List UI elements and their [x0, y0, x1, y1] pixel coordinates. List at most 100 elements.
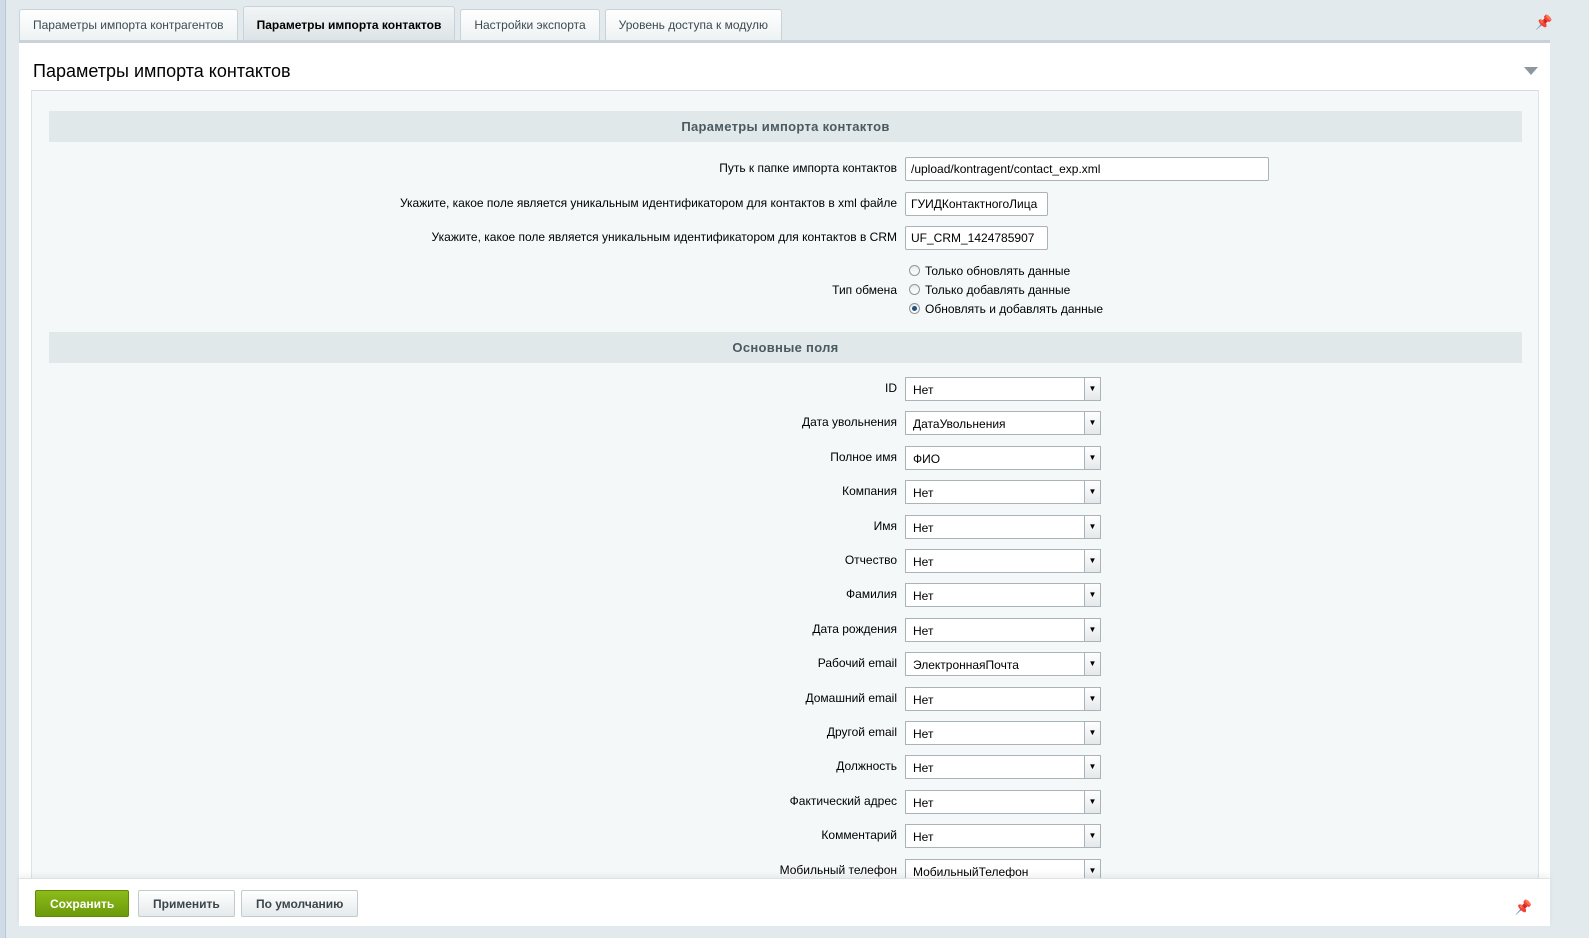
field-label: Дата рождения — [812, 621, 897, 636]
field-row: Отчество Нет ▼ — [32, 549, 1532, 573]
chevron-down-icon[interactable]: ▼ — [1084, 756, 1100, 779]
field-row: Домашний email Нет ▼ — [32, 686, 1532, 711]
field-select-value: Нет — [913, 623, 934, 638]
field-select-value: ФИО — [913, 451, 941, 466]
tab-module-access[interactable]: Уровень доступа к модулю — [604, 9, 783, 40]
field-label: Рабочий email — [817, 656, 897, 671]
pin-icon[interactable]: 📌 — [1535, 14, 1552, 31]
path-input[interactable] — [905, 157, 1269, 181]
field-label: Фактический адрес — [789, 793, 897, 808]
field-label: ID — [885, 381, 897, 395]
chevron-down-icon[interactable]: ▼ — [1084, 584, 1100, 607]
field-select-value: ЭлектроннаяПочта — [913, 658, 1019, 673]
field-select-value: Нет — [913, 692, 934, 707]
crm-id-input[interactable] — [905, 226, 1048, 250]
field-row: Рабочий email ЭлектроннаяПочта ▼ — [32, 652, 1532, 677]
chevron-down-icon[interactable]: ▼ — [1084, 481, 1100, 504]
crm-id-label: Укажите, какое поле является уникальным … — [431, 230, 897, 244]
pin-icon[interactable]: 📌 — [1515, 899, 1532, 916]
chevron-down-icon[interactable]: ▼ — [1084, 653, 1100, 676]
chevron-down-icon[interactable]: ▼ — [1084, 687, 1100, 710]
xml-id-row: Укажите, какое поле является уникальным … — [32, 192, 1532, 216]
collapse-arrow-icon[interactable] — [1524, 67, 1538, 75]
field-select-value: МобильныйТелефон — [913, 864, 1029, 879]
chevron-down-icon[interactable]: ▼ — [1084, 825, 1100, 848]
field-label: Дата увольнения — [802, 415, 897, 430]
default-button[interactable]: По умолчанию — [241, 890, 359, 917]
radio-add-only[interactable]: Только добавлять данные — [905, 280, 1103, 299]
radio-update-only[interactable]: Только обновлять данные — [905, 261, 1103, 280]
section-header-import: Параметры импорта контактов — [49, 111, 1522, 142]
field-select[interactable]: Нет ▼ — [905, 514, 1101, 539]
exchange-type-row: Тип обмена Только обновлять данные Тольк… — [32, 261, 1532, 319]
field-row: ID Нет ▼ — [32, 377, 1532, 401]
field-row: Имя Нет ▼ — [32, 514, 1532, 539]
field-label: Мобильный телефон — [779, 862, 897, 877]
field-label: Другой email — [826, 725, 897, 739]
field-select[interactable]: Нет ▼ — [905, 549, 1101, 573]
radio-icon[interactable] — [909, 265, 920, 276]
section-header-main-fields: Основные поля — [49, 332, 1522, 363]
field-row: Фамилия Нет ▼ — [32, 583, 1532, 608]
tab-contact-import[interactable]: Параметры импорта контактов — [242, 6, 456, 40]
path-row: Путь к папке импорта контактов — [32, 157, 1532, 181]
radio-icon[interactable] — [909, 284, 920, 295]
field-select-value: Нет — [913, 830, 934, 845]
field-select[interactable]: Нет ▼ — [905, 789, 1101, 814]
field-label: Фамилия — [846, 587, 897, 602]
field-select[interactable]: Нет ▼ — [905, 583, 1101, 608]
panel-title: Параметры импорта контактов — [33, 61, 291, 81]
field-select-value: Нет — [913, 486, 934, 501]
field-select[interactable]: Нет ▼ — [905, 377, 1101, 401]
chevron-down-icon[interactable]: ▼ — [1084, 618, 1100, 641]
settings-panel: Параметры импорта контактов Параметры им… — [19, 40, 1550, 890]
field-label: Домашний email — [805, 690, 897, 705]
xml-id-label: Укажите, какое поле является уникальным … — [399, 196, 897, 210]
footer-bar: Сохранить Применить По умолчанию 📌 — [19, 878, 1550, 926]
chevron-down-icon[interactable]: ▼ — [1084, 550, 1100, 572]
field-select[interactable]: Нет ▼ — [905, 617, 1101, 642]
field-select-value: Нет — [913, 520, 934, 535]
field-select[interactable]: ЭлектроннаяПочта ▼ — [905, 652, 1101, 677]
field-label: Должность — [836, 759, 897, 774]
apply-button[interactable]: Применить — [138, 890, 235, 917]
field-select-value: Нет — [913, 795, 934, 810]
field-select[interactable]: Нет ▼ — [905, 480, 1101, 505]
field-label: Комментарий — [821, 828, 897, 843]
field-label: Имя — [873, 518, 897, 533]
field-select-value: Нет — [913, 383, 934, 397]
chevron-down-icon[interactable]: ▼ — [1084, 378, 1100, 400]
radio-update-and-add[interactable]: Обновлять и добавлять данные — [905, 299, 1103, 318]
field-select[interactable]: Нет ▼ — [905, 755, 1101, 780]
field-select-value: ДатаУвольнения — [913, 417, 1006, 432]
tab-counterparty-import[interactable]: Параметры импорта контрагентов — [19, 9, 238, 40]
field-select[interactable]: ФИО ▼ — [905, 445, 1101, 470]
path-label: Путь к папке импорта контактов — [719, 161, 897, 175]
chevron-down-icon[interactable]: ▼ — [1084, 790, 1100, 813]
field-row: Дата рождения Нет ▼ — [32, 617, 1532, 642]
field-label: Компания — [842, 484, 897, 499]
crm-id-row: Укажите, какое поле является уникальным … — [32, 226, 1532, 250]
chevron-down-icon[interactable]: ▼ — [1084, 412, 1100, 435]
field-row: Комментарий Нет ▼ — [32, 824, 1532, 849]
radio-checked-icon[interactable] — [909, 303, 920, 314]
chevron-down-icon[interactable]: ▼ — [1084, 446, 1100, 469]
field-select-value: Нет — [913, 727, 934, 741]
field-select[interactable]: Нет ▼ — [905, 721, 1101, 745]
tab-export-settings[interactable]: Настройки экспорта — [460, 9, 600, 40]
field-label: Полное имя — [830, 449, 897, 464]
save-button[interactable]: Сохранить — [35, 890, 130, 917]
exchange-type-radios: Только обновлять данные Только добавлять… — [905, 261, 1103, 318]
field-row: Полное имя ФИО ▼ — [32, 445, 1532, 470]
field-select[interactable]: Нет ▼ — [905, 824, 1101, 849]
xml-id-input[interactable] — [905, 192, 1048, 216]
field-select-value: Нет — [913, 555, 934, 569]
chevron-down-icon[interactable]: ▼ — [1084, 722, 1100, 744]
chevron-down-icon[interactable]: ▼ — [1084, 515, 1100, 538]
field-select[interactable]: ДатаУвольнения ▼ — [905, 411, 1101, 436]
field-row: Должность Нет ▼ — [32, 755, 1532, 780]
field-label: Отчество — [844, 553, 897, 567]
field-select[interactable]: Нет ▼ — [905, 686, 1101, 711]
field-select-value: Нет — [913, 761, 934, 776]
tab-bar: Параметры импорта контрагентов Параметры… — [19, 6, 783, 40]
